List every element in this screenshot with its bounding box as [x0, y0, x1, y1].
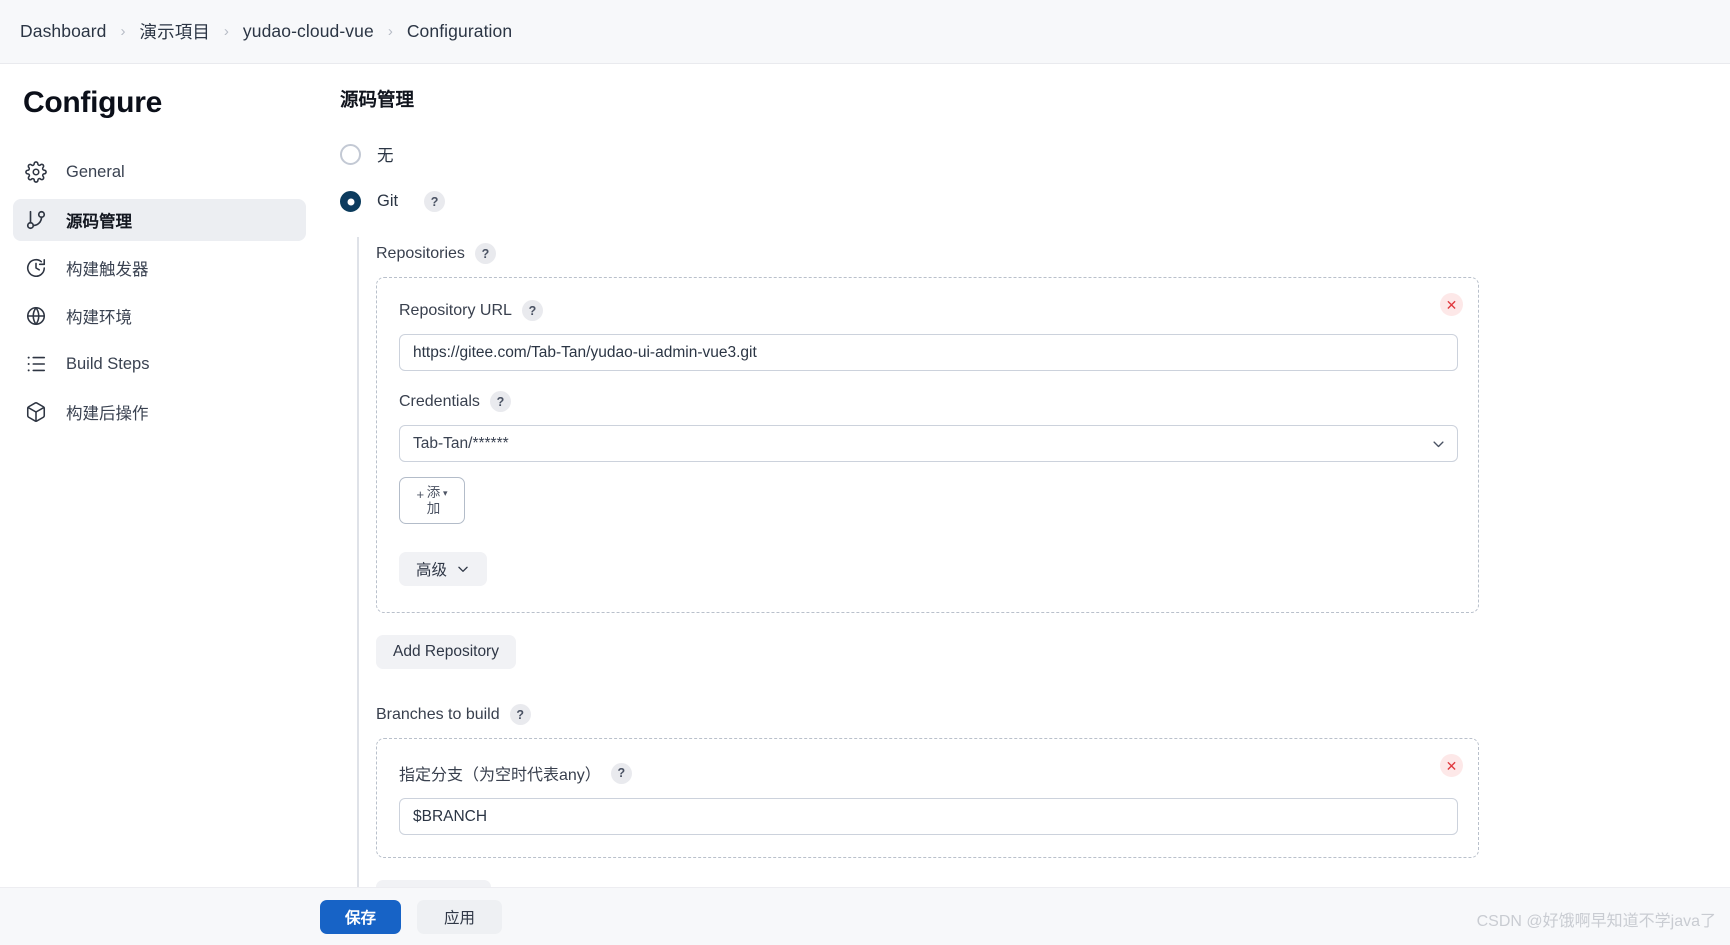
help-icon-git[interactable]: ?	[424, 191, 446, 212]
main-content: 源码管理 无 Git ? Repositories ? ✕ Repository…	[330, 64, 1730, 945]
help-icon-repositories[interactable]: ?	[474, 243, 496, 264]
git-branch-icon	[25, 209, 47, 231]
credentials-select-wrap: Tab-Tan/******	[399, 425, 1458, 462]
credentials-label-row: Credentials ?	[399, 391, 1456, 412]
caret-down-icon: ▾	[443, 488, 448, 498]
add-repository-button[interactable]: Add Repository	[376, 635, 516, 669]
gear-icon	[25, 161, 47, 183]
help-icon-branch-specifier[interactable]: ?	[610, 762, 632, 784]
globe-icon	[25, 305, 47, 327]
sidebar-item-post-build-actions[interactable]: 构建后操作	[13, 391, 306, 433]
chevron-down-icon	[456, 562, 470, 576]
sidebar-item-scm[interactable]: 源码管理	[13, 199, 306, 241]
sidebar-item-label: 源码管理	[66, 213, 132, 231]
breadcrumb: Dashboard › 演示項目 › yudao-cloud-vue › Con…	[0, 0, 1730, 64]
branch-specifier-label: 指定分支（为空时代表any）	[399, 767, 601, 784]
configure-page: Dashboard › 演示項目 › yudao-cloud-vue › Con…	[0, 0, 1730, 945]
clock-icon	[25, 257, 47, 279]
sidebar-item-build-steps[interactable]: Build Steps	[13, 343, 306, 385]
sidebar: Configure General 源码管理 构建触发器 构建环境 Build …	[0, 64, 330, 945]
help-icon-branches[interactable]: ?	[509, 704, 531, 725]
sidebar-item-label: 构建环境	[66, 309, 132, 327]
scm-option-git-label: Git	[377, 192, 399, 210]
sidebar-item-build-environment[interactable]: 构建环境	[13, 295, 306, 337]
breadcrumb-separator: ›	[120, 23, 126, 40]
repository-url-field: Repository URL ?	[399, 300, 1458, 371]
radio-none[interactable]	[340, 143, 361, 165]
scm-option-none[interactable]: 无	[340, 142, 1730, 166]
section-title: 源码管理	[340, 89, 415, 110]
add-credentials-label-line2: 加	[426, 500, 441, 516]
git-config-block: Repositories ? ✕ Repository URL ? https:…	[357, 237, 1730, 945]
branch-specifier-input[interactable]	[399, 798, 1458, 835]
page-title: Configure	[23, 86, 162, 119]
breadcrumb-separator: ›	[223, 23, 229, 40]
watermark: CSDN @好饿啊早知道不学java了	[1476, 913, 1716, 930]
branches-label-row: Branches to build ?	[376, 704, 1730, 725]
breadcrumb-item-dashboard[interactable]: Dashboard	[20, 21, 107, 42]
sidebar-item-build-triggers[interactable]: 构建触发器	[13, 247, 306, 289]
credentials-field: Credentials ? Tab-Tan/****** + 添 加 ▾	[399, 391, 1458, 524]
repository-url-input[interactable]	[399, 334, 1458, 371]
list-icon	[25, 353, 47, 375]
breadcrumb-item-job[interactable]: yudao-cloud-vue	[243, 21, 374, 42]
breadcrumb-item-project[interactable]: 演示項目	[140, 19, 210, 44]
branch-specifier-field: 指定分支（为空时代表any） ?	[399, 761, 1458, 835]
sidebar-item-label: 构建后操作	[66, 405, 149, 423]
repositories-label-row: Repositories ?	[376, 243, 1730, 264]
repository-url-label: Repository URL	[399, 301, 512, 319]
branches-label: Branches to build	[376, 705, 500, 723]
save-button[interactable]: 保存	[320, 899, 402, 934]
sidebar-item-label: Build Steps	[66, 354, 150, 373]
branch-specifier-label-row: 指定分支（为空时代表any） ?	[399, 761, 1456, 785]
sidebar-item-label: 构建触发器	[66, 261, 149, 279]
advanced-wrap: 高级	[399, 552, 1456, 586]
repository-url-label-row: Repository URL ?	[399, 300, 1456, 321]
plus-icon: +	[416, 487, 425, 502]
credentials-select[interactable]: Tab-Tan/******	[399, 425, 1458, 462]
credentials-label: Credentials	[399, 392, 480, 410]
breadcrumb-separator: ›	[387, 23, 393, 40]
breadcrumb-item-configuration[interactable]: Configuration	[407, 21, 512, 42]
repositories-label: Repositories	[376, 244, 465, 262]
form-actions-bar: 保存 应用	[0, 887, 1730, 945]
add-credentials-label-line1: 添	[426, 485, 441, 501]
repository-entry: ✕ Repository URL ? Credentials ?	[376, 277, 1479, 613]
radio-git[interactable]	[340, 191, 361, 212]
add-repository-wrap: Add Repository	[376, 635, 1730, 669]
help-icon-credentials[interactable]: ?	[489, 391, 511, 412]
sidebar-item-label: General	[66, 162, 125, 181]
remove-branch-button[interactable]: ✕	[1440, 754, 1463, 777]
advanced-toggle-button[interactable]: 高级	[399, 552, 488, 586]
advanced-label: 高级	[416, 562, 448, 579]
apply-button[interactable]: 应用	[417, 899, 503, 934]
remove-repository-button[interactable]: ✕	[1440, 293, 1463, 316]
help-icon-repository-url[interactable]: ?	[521, 300, 543, 321]
sidebar-item-general[interactable]: General	[13, 151, 306, 193]
scm-option-git[interactable]: Git ?	[340, 191, 1730, 212]
scm-option-none-label: 无	[377, 147, 394, 165]
package-icon	[25, 401, 47, 423]
add-credentials-button[interactable]: + 添 加 ▾	[399, 477, 465, 524]
branch-entry: ✕ 指定分支（为空时代表any） ?	[376, 738, 1479, 858]
